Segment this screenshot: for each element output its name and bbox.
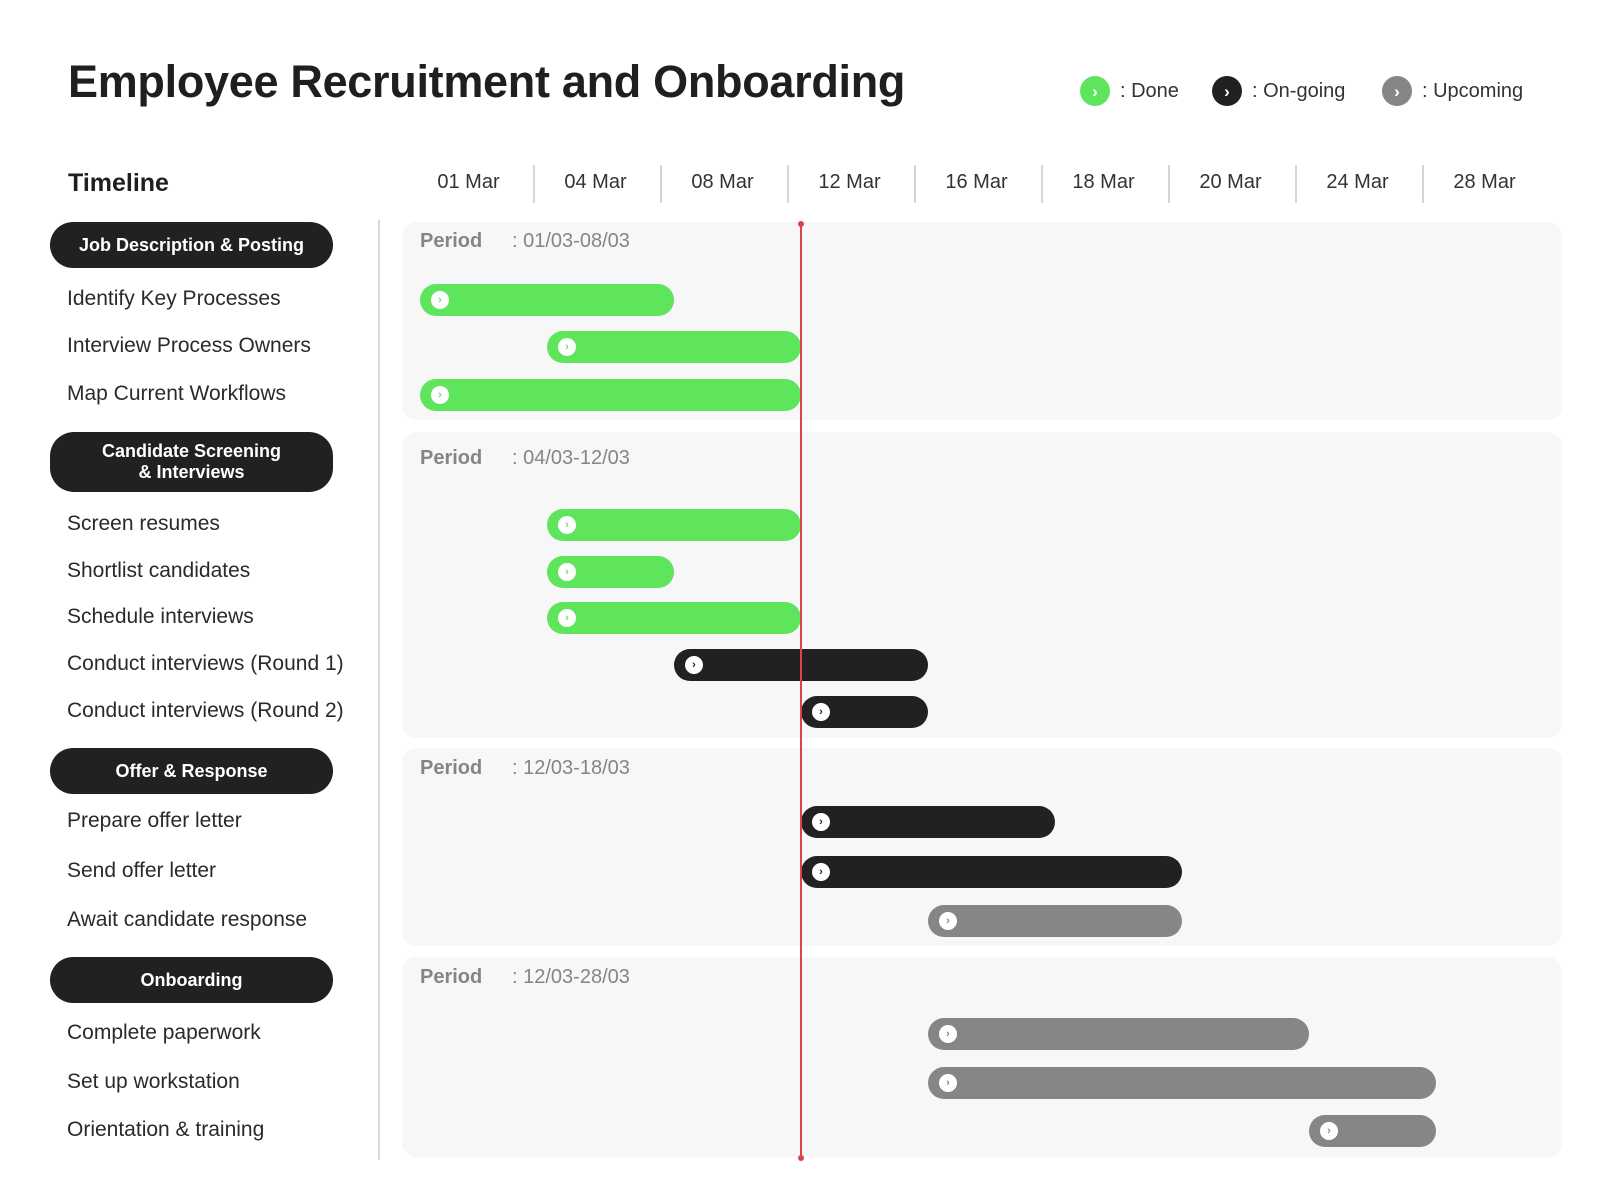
today-marker-dot: [798, 221, 804, 227]
chevron-right-icon: ›: [431, 291, 449, 309]
period-key: Period: [420, 966, 483, 988]
chevron-right-icon: ›: [558, 516, 576, 534]
chevron-right-icon: ›: [558, 609, 576, 627]
period-label: Period : 12/03-18/03: [420, 757, 630, 780]
period-range: : 01/03-08/03: [512, 230, 630, 252]
chevron-right-icon: ›: [812, 813, 830, 831]
task-bar-ongoing[interactable]: ›: [801, 856, 1182, 888]
period-label: Period : 01/03-08/03: [420, 230, 630, 253]
period-range: : 12/03-28/03: [512, 966, 630, 988]
period-label: Period : 04/03-12/03: [420, 447, 630, 470]
chevron-right-icon: ›: [431, 386, 449, 404]
chevron-right-icon: ›: [812, 703, 830, 721]
task-bar-upcoming[interactable]: ›: [928, 905, 1182, 937]
task-bar-done[interactable]: ›: [547, 509, 801, 541]
chevron-right-icon: ›: [812, 863, 830, 881]
chevron-right-icon: ›: [939, 1074, 957, 1092]
period-key: Period: [420, 230, 483, 252]
task-bar-done[interactable]: ›: [420, 284, 674, 316]
task-bar-done[interactable]: ›: [547, 602, 801, 634]
gantt-plot-area: Period : 01/03-08/03 › › › Period : 04/03-12/0…: [0, 0, 1600, 1200]
today-marker-dot: [798, 1155, 804, 1161]
chevron-right-icon: ›: [558, 563, 576, 581]
period-range: : 12/03-18/03: [512, 757, 630, 779]
chevron-right-icon: ›: [939, 1025, 957, 1043]
task-bar-ongoing[interactable]: ›: [801, 696, 928, 728]
period-label: Period : 12/03-28/03: [420, 966, 630, 989]
chevron-right-icon: ›: [939, 912, 957, 930]
task-bar-done[interactable]: ›: [547, 556, 674, 588]
period-range: : 04/03-12/03: [512, 447, 630, 469]
today-marker-line: [798, 221, 804, 1161]
chevron-right-icon: ›: [685, 656, 703, 674]
chevron-right-icon: ›: [558, 338, 576, 356]
task-bar-done[interactable]: ›: [547, 331, 801, 363]
task-bar-upcoming[interactable]: ›: [1309, 1115, 1436, 1147]
task-bar-done[interactable]: ›: [420, 379, 801, 411]
task-bar-upcoming[interactable]: ›: [928, 1067, 1436, 1099]
period-key: Period: [420, 757, 483, 779]
task-bar-ongoing[interactable]: ›: [801, 806, 1055, 838]
chevron-right-icon: ›: [1320, 1122, 1338, 1140]
task-bar-upcoming[interactable]: ›: [928, 1018, 1309, 1050]
period-key: Period: [420, 447, 483, 469]
